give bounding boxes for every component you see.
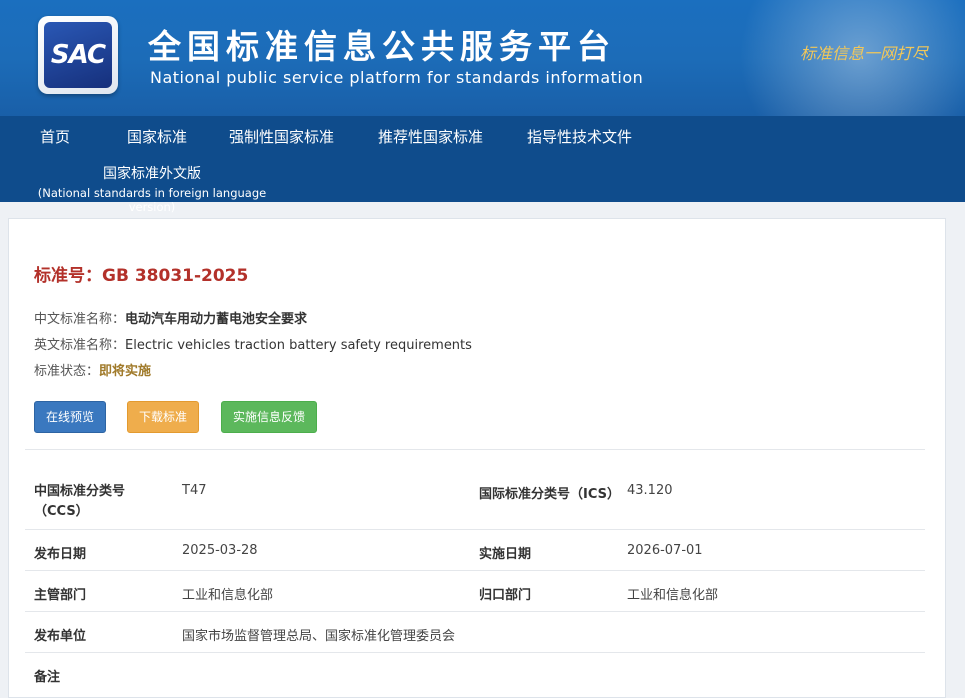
- nav-mandatory-standards-link[interactable]: 强制性国家标准: [229, 128, 334, 146]
- nav-home-link[interactable]: 首页: [40, 128, 70, 146]
- nav-recommended-standards-link[interactable]: 推荐性国家标准: [378, 128, 483, 146]
- standard-number-value: GB 38031-2025: [102, 266, 249, 286]
- feedback-button[interactable]: 实施信息反馈: [221, 401, 317, 433]
- ccs-label-line2: （CCS）: [34, 504, 89, 519]
- divider: [25, 529, 925, 530]
- impl-date-label: 实施日期: [479, 547, 532, 562]
- cn-name-value: 电动汽车用动力蓄电池安全要求: [125, 312, 308, 327]
- preview-button[interactable]: 在线预览: [34, 401, 106, 433]
- divider: [25, 652, 925, 653]
- status-label: 标准状态：: [34, 364, 100, 379]
- dept-value: 工业和信息化部: [182, 588, 274, 603]
- impl-date-value: 2026-07-01: [627, 543, 703, 558]
- nav-mandatory-standards[interactable]: 强制性国家标准: [229, 126, 334, 147]
- cn-name-label: 中文标准名称：: [34, 312, 126, 327]
- standard-number-label: 标准号：: [34, 266, 102, 286]
- sac-logo[interactable]: SAC: [38, 16, 118, 94]
- nav-national-standards-link[interactable]: 国家标准: [127, 128, 187, 146]
- divider: [25, 611, 925, 612]
- publisher-label: 发布单位: [34, 629, 87, 644]
- nav-guidance-documents-link[interactable]: 指导性技术文件: [527, 128, 632, 146]
- divider: [25, 570, 925, 571]
- dept-label: 主管部门: [34, 588, 87, 603]
- owner-value: 工业和信息化部: [627, 588, 719, 603]
- site-header: SAC 全国标准信息公共服务平台 National public service…: [0, 0, 965, 116]
- status-value: 即将实施: [99, 364, 152, 379]
- nav-recommended-standards[interactable]: 推荐性国家标准: [378, 126, 483, 147]
- divider: [25, 449, 925, 450]
- publisher-value: 国家市场监督管理总局、国家标准化管理委员会: [182, 629, 456, 644]
- ccs-value: T47: [182, 483, 207, 498]
- cn-name-row: 中文标准名称：电动汽车用动力蓄电池安全要求: [34, 308, 307, 327]
- logo-text: SAC: [50, 40, 106, 70]
- ics-label: 国际标准分类号（ICS）: [479, 487, 620, 502]
- foreign-version-cn[interactable]: 国家标准外文版: [22, 163, 282, 183]
- site-subtitle: National public service platform for sta…: [150, 68, 644, 87]
- pub-date-value: 2025-03-28: [182, 543, 258, 558]
- en-name-value: Electric vehicles traction battery safet…: [125, 338, 472, 353]
- foreign-version-en[interactable]: (National standards in foreign language …: [22, 186, 282, 214]
- en-name-row: 英文标准名称：Electric vehicles traction batter…: [34, 334, 472, 353]
- ccs-label: 中国标准分类号 （CCS）: [34, 482, 125, 522]
- remark-label: 备注: [34, 670, 61, 685]
- ics-value: 43.120: [627, 483, 673, 498]
- download-button[interactable]: 下载标准: [127, 401, 199, 433]
- pub-date-label: 发布日期: [34, 547, 87, 562]
- ccs-label-line1: 中国标准分类号: [34, 484, 126, 499]
- nav-home[interactable]: 首页: [40, 126, 70, 147]
- nav-guidance-documents[interactable]: 指导性技术文件: [527, 126, 632, 147]
- logo-badge: SAC: [44, 22, 112, 88]
- nav-national-standards[interactable]: 国家标准: [127, 126, 187, 147]
- standard-detail-card: 标准号：GB 38031-2025 中文标准名称：电动汽车用动力蓄电池安全要求 …: [8, 218, 946, 698]
- standard-number: 标准号：GB 38031-2025: [34, 261, 248, 286]
- site-slogan: 标准信息一网打尽: [800, 44, 929, 63]
- owner-label: 归口部门: [479, 588, 532, 603]
- status-row: 标准状态：即将实施: [34, 360, 151, 379]
- nav-foreign-version[interactable]: 国家标准外文版 (National standards in foreign l…: [22, 163, 282, 214]
- en-name-label: 英文标准名称：: [34, 338, 126, 353]
- site-title: 全国标准信息公共服务平台: [148, 27, 616, 66]
